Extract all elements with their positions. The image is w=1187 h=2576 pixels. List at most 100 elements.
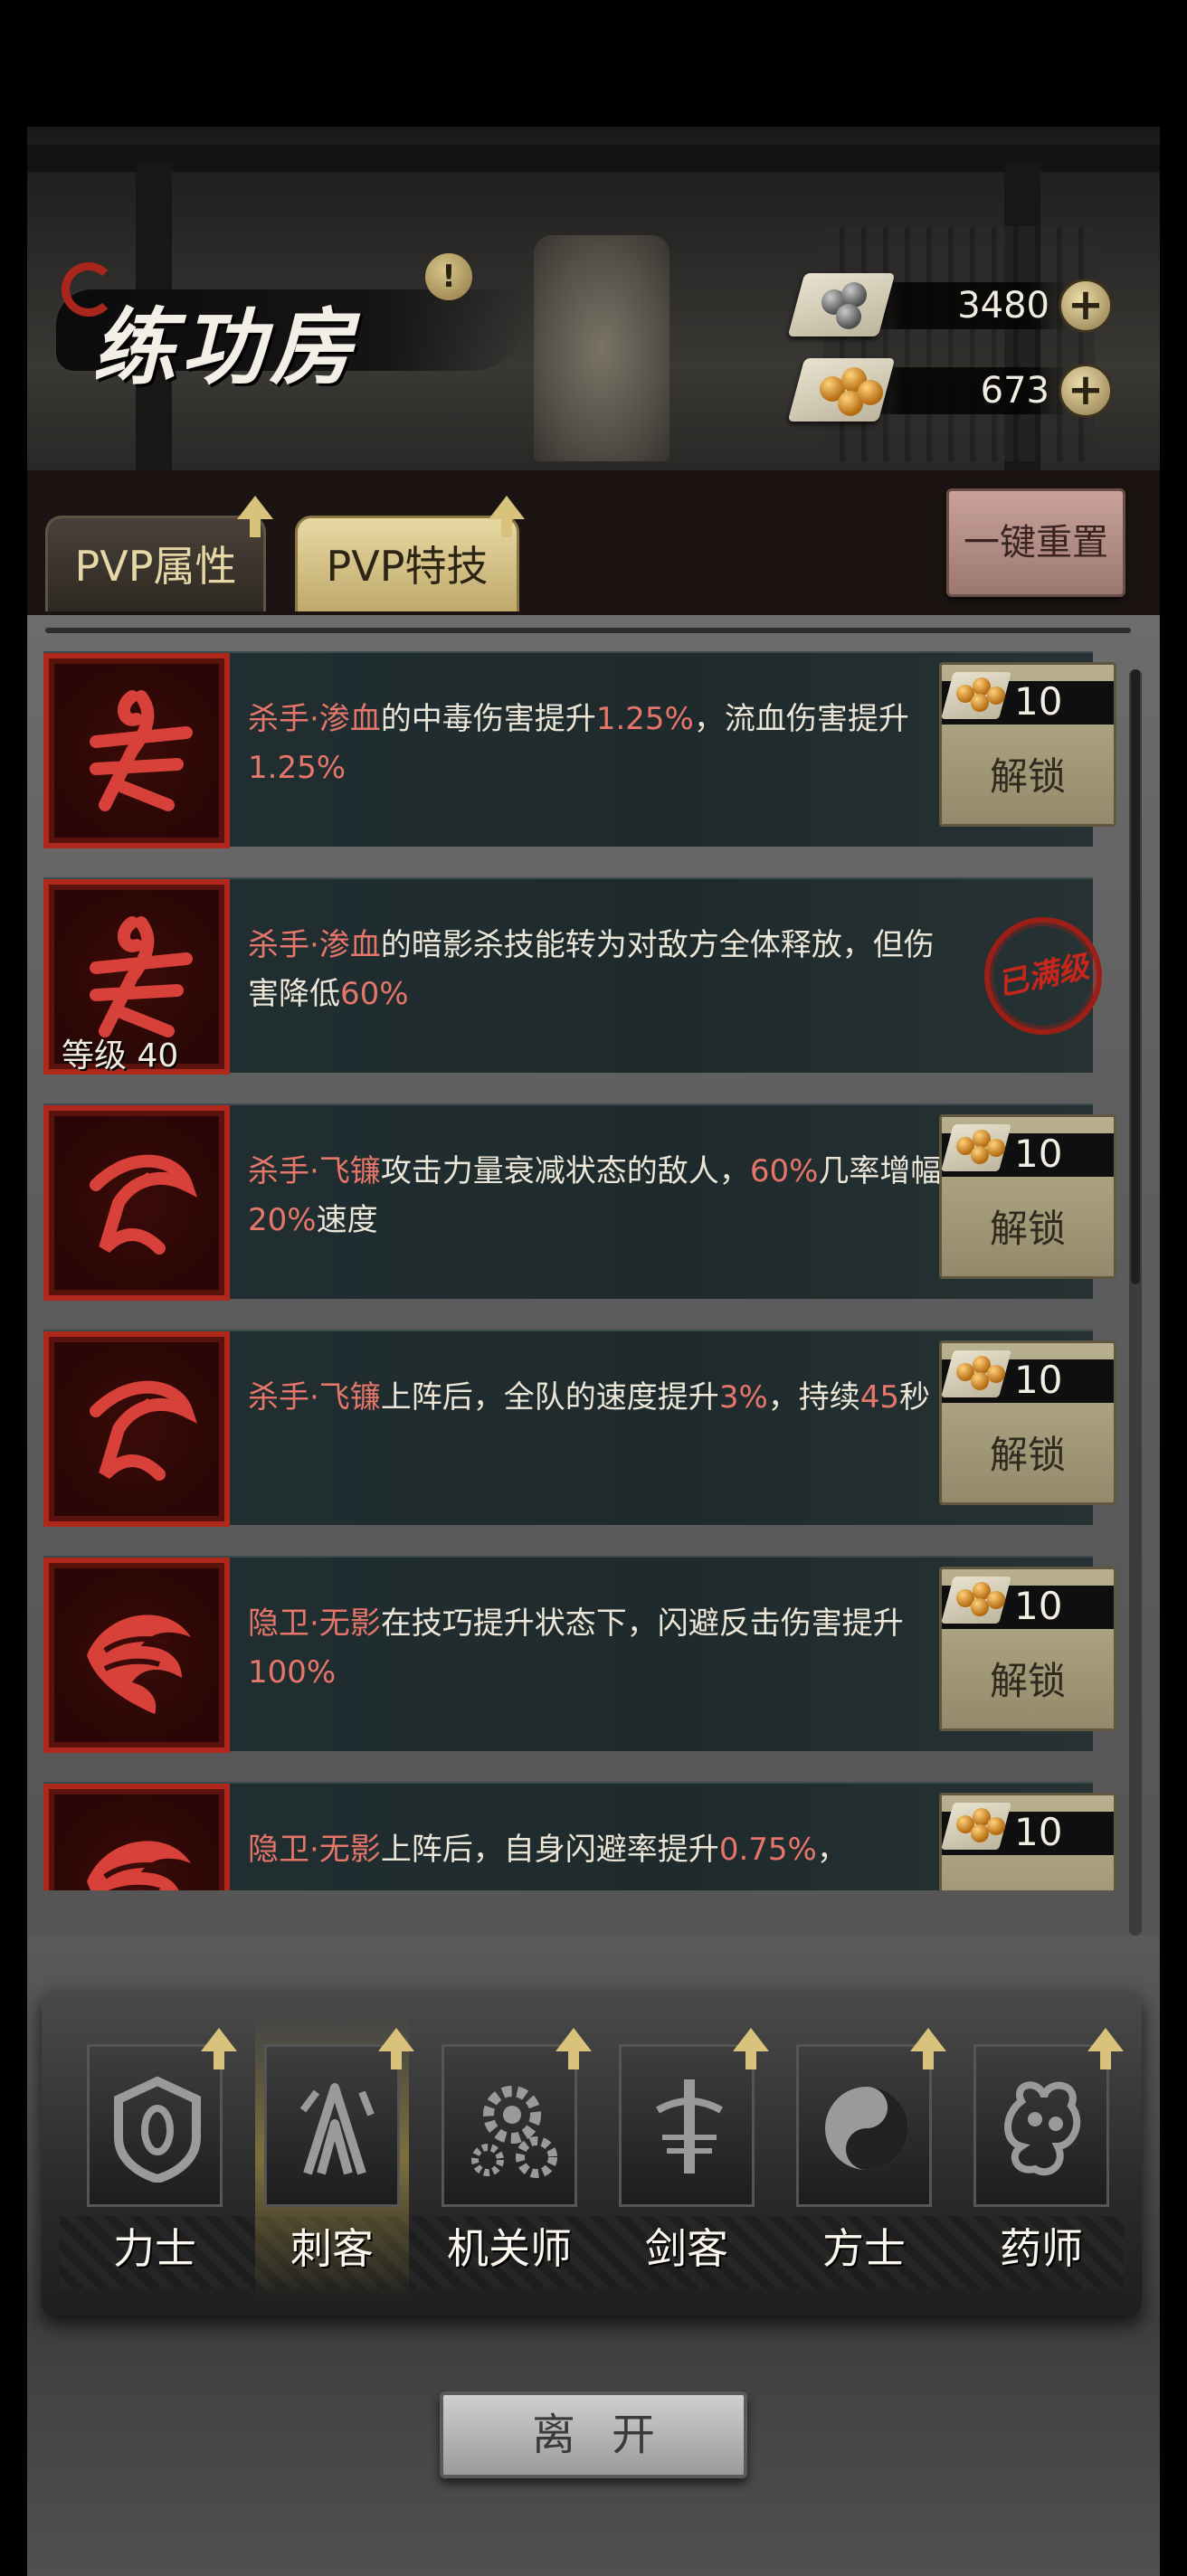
skill-icon-frame[interactable] [43,1331,230,1527]
description-text: 的中毒伤害提升 [380,701,596,737]
class-card [442,2044,577,2207]
description-text: ， [816,1832,848,1868]
skill-description: 杀手·飞镰攻击力量衰减状态的敌人，60%几率增幅 20%速度 [248,1147,945,1245]
class-selector: 力士 刺客 机关师 剑客 方士 药师 [42,1990,1142,2316]
gold-ball-icon [987,1591,1005,1609]
unlock-label: 解锁 [989,754,1066,799]
add-gold-button[interactable]: + [1059,364,1113,418]
skill-row: 隐卫·无影在技巧提升状态下，闪避反击伤害提升 100% 10 解锁 [43,1556,1116,1753]
skill-description: 隐卫·无影在技巧提升状态下，闪避反击伤害提升 100% [248,1599,945,1697]
upgrade-arrow-icon [1087,2028,1124,2069]
upgrade-arrow-icon [556,2028,592,2069]
highlight-text: 60% [340,976,409,1012]
unlock-cost: 10 [1014,1358,1063,1402]
gold-ball-icon [987,1817,1005,1835]
class-card [796,2044,932,2207]
max-level-stamp: 已满级 [973,905,1114,1046]
class-card [619,2044,755,2207]
highlight-text: 1.25% [595,701,694,737]
upgrade-arrow-icon [733,2028,769,2069]
skill-list[interactable]: 杀手·渗血的中毒伤害提升1.25%，流血伤害提升1.25% 10 解锁 等级 40 杀手… [27,651,1160,1890]
upgrade-arrow-icon [201,2028,237,2069]
highlight-text: 0.75% [718,1832,817,1868]
highlight-text: 45 [859,1379,900,1416]
gears-icon [462,2074,562,2183]
class-tab-2[interactable]: 刺客 [255,2017,414,2297]
upgrade-arrow-icon [378,2028,414,2069]
upgrade-arrow-icon [489,496,525,537]
gold-ball-icon [987,1365,1005,1383]
sickle-icon [69,1131,204,1275]
skill-row: 杀手·飞镰上阵后，全队的速度提升3%，持续45秒 10 解锁 [43,1330,1116,1527]
skill-row: 等级 40 杀手·渗血的暗影杀技能转为对敌方全体释放，但伤害降低60% 已满级 [43,877,1114,1075]
gold-ball-icon [987,1139,1005,1157]
tab-label: PVP特技 [326,542,489,591]
class-label: 机关师 [447,2224,572,2273]
tab-pvp-skills[interactable]: PVP特技 [295,516,519,611]
skill-row: 杀手·渗血的中毒伤害提升1.25%，流血伤害提升1.25% 10 解锁 [43,651,1116,848]
info-icon[interactable]: ! [425,253,472,300]
class-tab-4[interactable]: 剑客 [610,2017,769,2297]
panel-divider [45,628,1131,633]
highlight-text: 100% [248,1654,337,1690]
unlock-button[interactable]: 10 解锁 [939,1567,1116,1731]
tab-bar: PVP属性 PVP特技 一键重置 [27,470,1160,615]
class-card [264,2044,400,2207]
reset-all-button[interactable]: 一键重置 [946,488,1125,597]
description-text: 几率增幅 [818,1153,942,1189]
highlight-text: 3% [718,1379,768,1416]
unlock-button[interactable]: 10 [939,1793,1116,1890]
tab-pvp-attributes[interactable]: PVP属性 [45,516,266,611]
claws-icon [285,2074,385,2183]
skill-icon-frame[interactable] [43,1105,230,1301]
skill-icon-frame[interactable] [43,653,230,848]
yinyang-icon [817,2074,916,2183]
add-silver-button[interactable]: + [1059,279,1113,333]
skill-icon-frame[interactable] [43,1558,230,1753]
skill-icon-frame[interactable]: 等级 40 [43,879,230,1075]
class-tab-6[interactable]: 药师 [964,2017,1124,2297]
class-tab-5[interactable]: 方士 [787,2017,946,2297]
skill-row: 杀手·飞镰攻击力量衰减状态的敌人，60%几率增幅 20%速度 10 解锁 [43,1103,1116,1301]
skill-row: 隐卫·无影上阵后，自身闪避率提升0.75%， 10 [43,1782,1116,1890]
gold-ball-icon [971,1146,989,1164]
silver-currency: 3480 + [787,270,1122,342]
eagle-icon [69,1809,204,1890]
stone-gate [534,235,669,461]
description-text: 速度 [316,1202,378,1238]
gold-ball-icon [971,1598,989,1616]
highlight-text: 杀手·飞镰 [248,1153,381,1189]
unlock-label: 解锁 [989,1207,1066,1251]
leave-button[interactable]: 离开 [440,2391,747,2478]
unlock-cost: 10 [1014,1132,1063,1176]
class-label: 方士 [822,2224,906,2273]
gold-amount: 673 [980,370,1049,412]
page-title: 练功房 [92,298,359,396]
unlock-button[interactable]: 10 解锁 [939,1340,1116,1505]
scrollbar-thumb[interactable] [1131,669,1140,1284]
unlock-label: 解锁 [989,1659,1066,1703]
description-text: 攻击力量衰减状态的敌人， [380,1153,750,1189]
eagle-icon [69,1583,204,1728]
tab-label: PVP属性 [74,542,237,591]
silver-amount: 3480 [957,285,1049,327]
sword-icon [640,2074,739,2183]
class-label: 刺客 [290,2224,374,2273]
description-text: 上阵后，全队的速度提升 [380,1379,719,1416]
description-text: 秒 [899,1379,931,1416]
description-text: ，流血伤害提升 [693,701,909,737]
skill-level: 等级 40 [62,1037,179,1075]
roof-beam [27,145,1160,172]
description-text: ，持续 [767,1379,860,1416]
gourd-icon [994,2074,1094,2183]
upgrade-arrow-icon [237,496,273,537]
unlock-button[interactable]: 10 解锁 [939,1114,1116,1279]
highlight-text: 杀手·渗血 [248,927,381,963]
screen: 练功房 ! 3480 + 673 + PVP属性 PVP特技 一键重置 杀手·渗… [0,0,1187,2576]
unlock-button[interactable]: 10 解锁 [939,662,1116,827]
class-tab-1[interactable]: 力士 [78,2017,237,2297]
gold-ball-icon [971,694,989,712]
skill-description: 隐卫·无影上阵后，自身闪避率提升0.75%， [248,1825,945,1874]
class-tab-3[interactable]: 机关师 [432,2017,592,2297]
skill-icon-frame[interactable] [43,1784,230,1890]
